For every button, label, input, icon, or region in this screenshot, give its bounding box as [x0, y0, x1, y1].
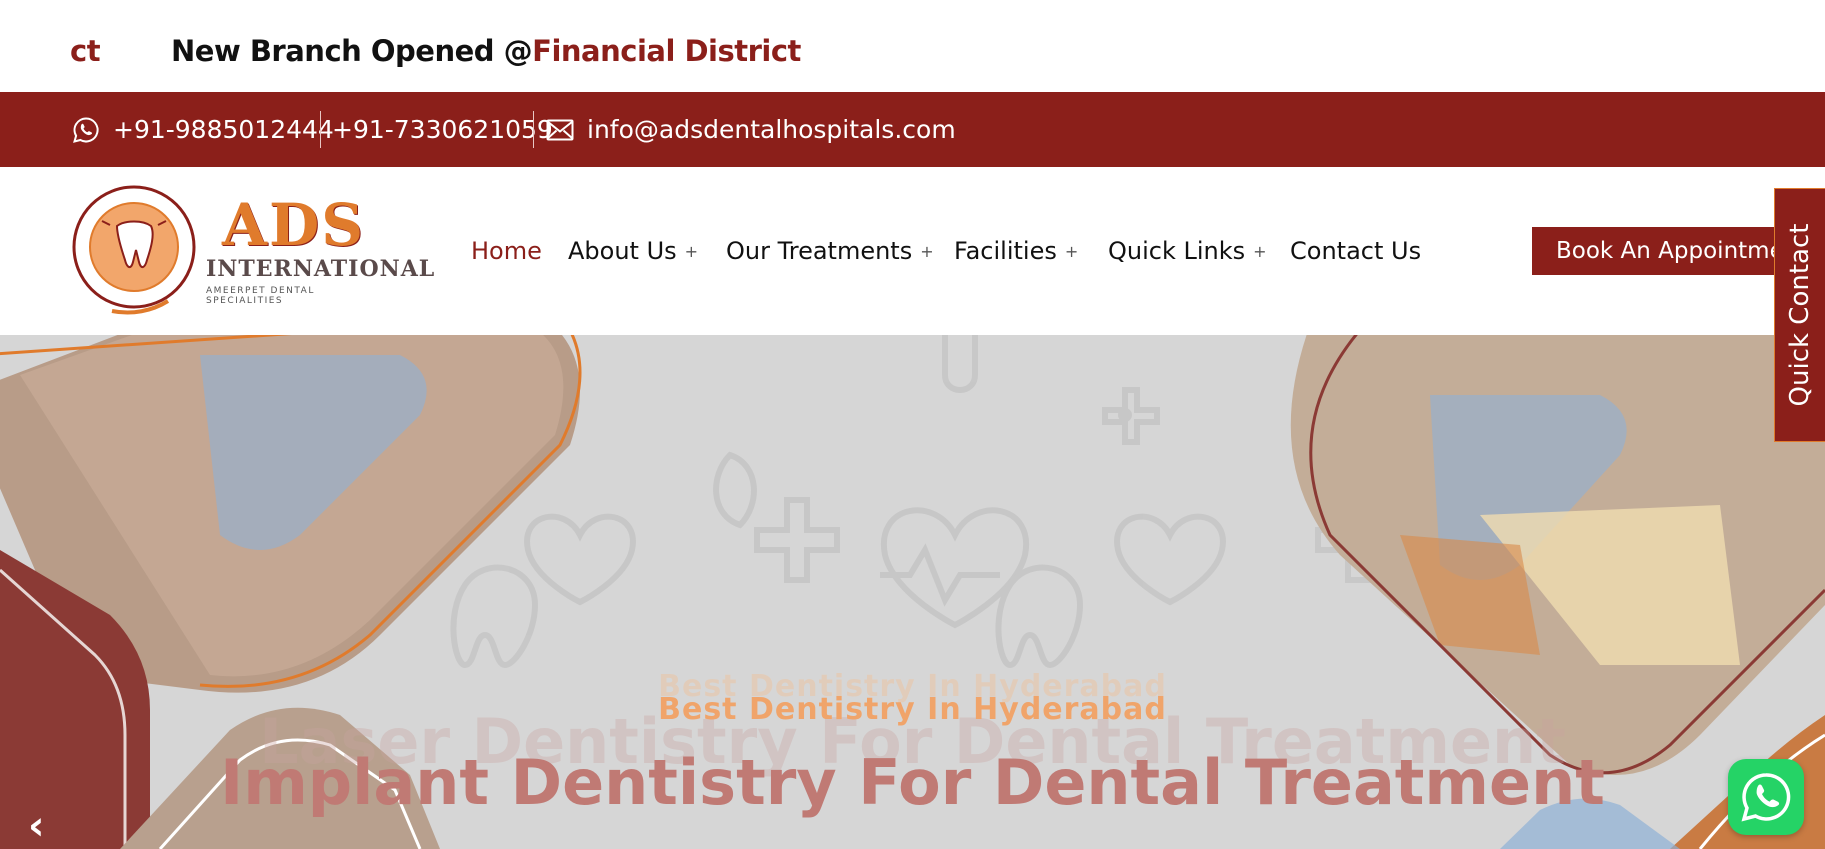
- ticker-fragment: ct: [70, 34, 101, 68]
- nav-facilities-label: Facilities: [954, 237, 1057, 265]
- email-link[interactable]: info@adsdentalhospitals.com: [587, 92, 956, 167]
- whatsapp-icon[interactable]: [72, 92, 100, 167]
- logo-brand-sub: INTERNATIONAL: [206, 256, 436, 282]
- nav-home-label: Home: [471, 237, 542, 265]
- nav-contact-us[interactable]: Contact Us: [1290, 237, 1421, 265]
- phone-link-1[interactable]: +91-9885012444: [113, 92, 334, 167]
- whatsapp-chat-button[interactable]: [1728, 759, 1804, 835]
- ticker-message-highlight: Financial District: [532, 34, 801, 68]
- nav-our-treatments[interactable]: Our Treatments +: [726, 237, 934, 265]
- nav-quick-links-label: Quick Links: [1108, 237, 1246, 265]
- nav-home[interactable]: Home: [471, 237, 542, 265]
- contact-bar: +91-9885012444 +91-7330621059 info@adsde…: [0, 92, 1825, 167]
- ticker-message-prefix: New Branch Opened @: [171, 34, 533, 68]
- expand-plus-icon[interactable]: +: [685, 242, 698, 261]
- site-logo[interactable]: ADS INTERNATIONAL AMEERPET DENTAL SPECIA…: [72, 181, 434, 321]
- nav-treatments-label: Our Treatments: [726, 237, 913, 265]
- phone-link-2[interactable]: +91-7330621059: [332, 92, 553, 167]
- logo-seal-icon: [72, 185, 196, 315]
- announcement-ticker: ct New Branch Opened @Financial District: [0, 0, 1825, 92]
- nav-facilities[interactable]: Facilities +: [954, 237, 1078, 265]
- expand-plus-icon[interactable]: +: [920, 242, 933, 261]
- nav-about-label: About Us: [568, 237, 677, 265]
- whatsapp-icon: [1741, 773, 1791, 822]
- ticker-message[interactable]: New Branch Opened @Financial District: [171, 34, 801, 68]
- expand-plus-icon[interactable]: +: [1253, 242, 1266, 261]
- hero-slider: Best Dentistry In Hyderabad Laser Dentis…: [0, 335, 1825, 849]
- site-header: ADS INTERNATIONAL AMEERPET DENTAL SPECIA…: [0, 167, 1825, 335]
- hero-title: Implant Dentistry For Dental Treatment: [220, 746, 1605, 819]
- mail-icon[interactable]: [546, 92, 574, 167]
- hero-tagline: Best Dentistry In Hyderabad: [658, 692, 1167, 727]
- expand-plus-icon[interactable]: +: [1065, 242, 1078, 261]
- quick-contact-tab[interactable]: Quick Contact: [1774, 188, 1825, 442]
- logo-tagline: AMEERPET DENTAL SPECIALITIES: [206, 286, 315, 306]
- nav-quick-links[interactable]: Quick Links +: [1108, 237, 1267, 265]
- book-appointment-button[interactable]: Book An Appointment: [1532, 227, 1792, 275]
- contact-divider: [320, 111, 321, 148]
- nav-contact-label: Contact Us: [1290, 237, 1422, 265]
- logo-brand: ADS: [222, 191, 366, 259]
- nav-about-us[interactable]: About Us +: [568, 237, 698, 265]
- slider-prev-arrow-icon[interactable]: ‹: [28, 803, 58, 849]
- quick-contact-label: Quick Contact: [1785, 223, 1815, 407]
- contact-divider: [533, 111, 534, 148]
